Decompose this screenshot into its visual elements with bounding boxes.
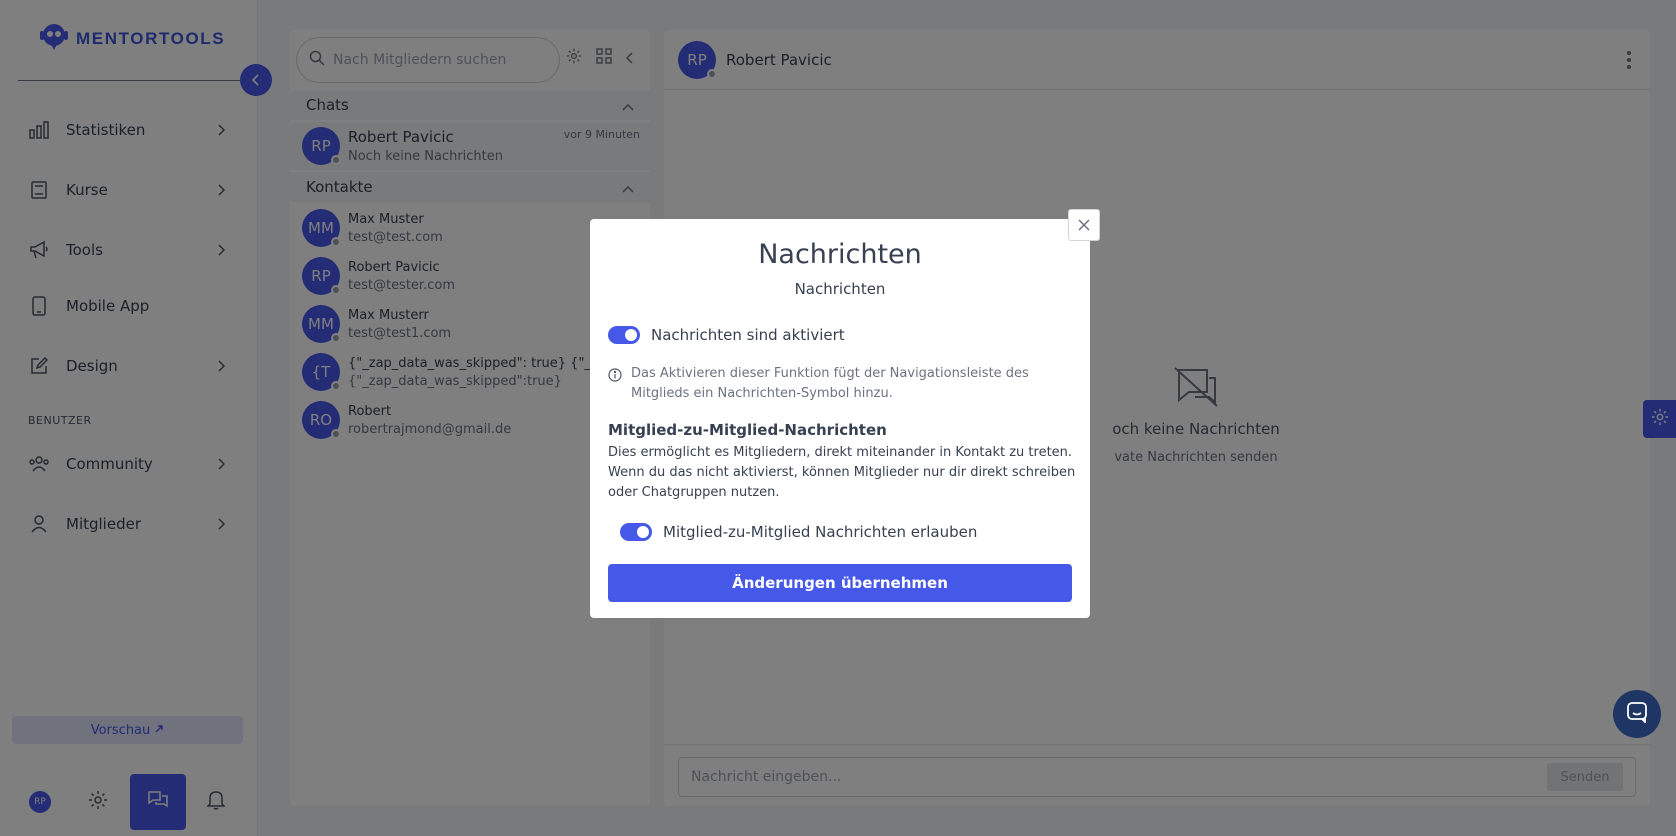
messages-enabled-toggle[interactable] xyxy=(608,326,640,344)
member-messages-toggle[interactable] xyxy=(620,523,652,541)
toggle-label: Nachrichten sind aktiviert xyxy=(651,326,845,344)
chat-bubble-icon xyxy=(1626,701,1648,727)
toggle-knob xyxy=(625,329,637,341)
info-row: Das Aktivieren dieser Funktion fügt der … xyxy=(608,364,1076,404)
section-description: Dies ermöglicht es Mitgliedern, direkt m… xyxy=(608,445,1076,500)
close-icon xyxy=(1078,216,1090,235)
apply-changes-button[interactable]: Änderungen übernehmen xyxy=(608,564,1072,602)
modal-subtitle: Nachrichten xyxy=(794,280,886,298)
member-messages-row: Mitglied-zu-Mitglied Nachrichten erlaube… xyxy=(620,523,977,541)
toggle-knob xyxy=(637,526,649,538)
close-button[interactable] xyxy=(1068,209,1100,241)
info-text: Das Aktivieren dieser Funktion fügt der … xyxy=(631,366,1029,401)
messages-enabled-row: Nachrichten sind aktiviert xyxy=(608,326,845,344)
section-title: Mitglied-zu-Mitglied-Nachrichten xyxy=(608,421,887,439)
info-icon xyxy=(608,367,622,386)
modal-title: Nachrichten xyxy=(758,239,922,270)
toggle-label: Mitglied-zu-Mitglied Nachrichten erlaube… xyxy=(663,523,978,541)
support-chat-button[interactable] xyxy=(1613,690,1661,738)
messages-settings-modal: Nachrichten Nachrichten Nachrichten sind… xyxy=(590,209,1100,618)
